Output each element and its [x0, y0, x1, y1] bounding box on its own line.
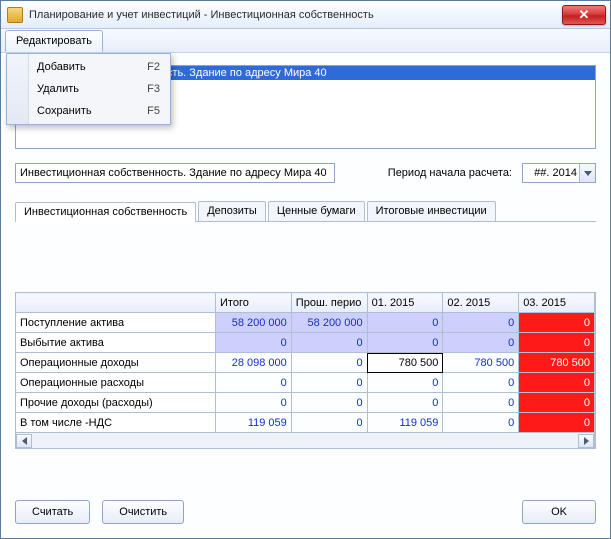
grid-cell[interactable]: 0: [519, 333, 595, 353]
grid-column-header[interactable]: 02. 2015: [443, 293, 519, 313]
clear-button[interactable]: Очистить: [102, 500, 184, 524]
grid-cell[interactable]: 0: [291, 393, 367, 413]
titlebar: Планирование и учет инвестиций - Инвести…: [1, 1, 610, 29]
arrow-left-icon: [22, 437, 27, 445]
grid-cell[interactable]: 58 200 000: [291, 313, 367, 333]
grid-cell[interactable]: 0: [291, 373, 367, 393]
grid-cell[interactable]: 0: [216, 373, 292, 393]
grid-cell[interactable]: 0: [519, 313, 595, 333]
menu-item-delete-shortcut: F3: [147, 83, 160, 95]
chevron-down-icon: [584, 171, 592, 176]
tab-investment-property[interactable]: Инвестиционная собственность: [15, 202, 196, 222]
grid-row-label: Операционные доходы: [16, 353, 216, 373]
grid-column-header[interactable]: 03. 2015: [519, 293, 595, 313]
close-icon: ✕: [579, 7, 590, 23]
investment-name-input[interactable]: [15, 163, 335, 183]
grid-cell[interactable]: 0: [291, 353, 367, 373]
tab-securities[interactable]: Ценные бумаги: [268, 201, 365, 221]
data-grid[interactable]: ИтогоПрош. перио01. 201502. 201503. 2015…: [15, 292, 596, 449]
grid-cell[interactable]: 0: [519, 373, 595, 393]
client-area: Инвестиционная собственность. Здание по …: [1, 53, 610, 538]
grid-cell[interactable]: 780 500: [443, 353, 519, 373]
menu-edit[interactable]: Редактировать: [5, 30, 103, 52]
footer-buttons: Считать Очистить OK: [15, 500, 596, 524]
grid-row-label: Поступление актива: [16, 313, 216, 333]
tabstrip: Инвестиционная собственность Депозиты Це…: [15, 201, 596, 221]
scroll-track[interactable]: [32, 434, 578, 448]
grid-cell[interactable]: 0: [443, 413, 519, 433]
menu-item-add-label: Добавить: [37, 61, 147, 73]
menu-edit-label: Редактировать: [16, 35, 92, 47]
menu-item-save-label: Сохранить: [37, 105, 147, 117]
grid-cell[interactable]: 0: [519, 413, 595, 433]
scroll-right-button[interactable]: [578, 434, 594, 448]
grid-cell[interactable]: 0: [367, 313, 443, 333]
arrow-right-icon: [584, 437, 589, 445]
grid-row-label: В том числе -НДС: [16, 413, 216, 433]
grid-cell[interactable]: 119 059: [216, 413, 292, 433]
grid-horizontal-scrollbar[interactable]: [15, 433, 595, 449]
tab-label: Итоговые инвестиции: [376, 205, 487, 217]
grid-cell[interactable]: 0: [216, 333, 292, 353]
grid-cell[interactable]: 780 500: [519, 353, 595, 373]
grid-row-label: Прочие доходы (расходы): [16, 393, 216, 413]
tab-label: Инвестиционная собственность: [24, 206, 187, 218]
menu-item-add-shortcut: F2: [147, 61, 160, 73]
grid-column-header[interactable]: Итого: [216, 293, 292, 313]
grid-cell[interactable]: 0: [367, 333, 443, 353]
tab-label: Депозиты: [207, 205, 257, 217]
grid-cell[interactable]: 0: [291, 413, 367, 433]
grid-cell[interactable]: 0: [367, 373, 443, 393]
grid-row-label: Выбытие актива: [16, 333, 216, 353]
grid-cell[interactable]: 0: [291, 333, 367, 353]
scroll-left-button[interactable]: [16, 434, 32, 448]
menu-item-save[interactable]: Сохранить F5: [9, 100, 168, 122]
grid-cell[interactable]: 0: [443, 333, 519, 353]
menubar: Редактировать: [1, 29, 610, 53]
menu-edit-dropdown: Добавить F2 Удалить F3 Сохранить F5: [6, 53, 171, 125]
tab-deposits[interactable]: Депозиты: [198, 201, 266, 221]
menu-item-delete[interactable]: Удалить F3: [9, 78, 168, 100]
close-button[interactable]: ✕: [562, 5, 606, 25]
grid-cell[interactable]: 0: [443, 393, 519, 413]
period-dropdown-button[interactable]: [579, 164, 595, 182]
tab-label: Ценные бумаги: [277, 205, 356, 217]
name-period-row: Период начала расчета:: [15, 163, 596, 183]
grid-cell[interactable]: 0: [443, 313, 519, 333]
grid-cell[interactable]: 0: [443, 373, 519, 393]
grid-column-header[interactable]: [16, 293, 216, 313]
app-window: Планирование и учет инвестиций - Инвести…: [0, 0, 611, 539]
app-icon: [7, 7, 23, 23]
tab-total[interactable]: Итоговые инвестиции: [367, 201, 496, 221]
grid-cell[interactable]: 0: [367, 393, 443, 413]
menu-item-save-shortcut: F5: [147, 105, 160, 117]
period-label: Период начала расчета:: [388, 167, 512, 179]
grid-cell[interactable]: 0: [519, 393, 595, 413]
calculate-button[interactable]: Считать: [15, 500, 90, 524]
period-combobox[interactable]: [522, 163, 596, 183]
grid-row-label: Операционные расходы: [16, 373, 216, 393]
grid-cell[interactable]: 28 098 000: [216, 353, 292, 373]
grid-cell[interactable]: 0: [216, 393, 292, 413]
grid-cell[interactable]: 119 059: [367, 413, 443, 433]
grid-cell[interactable]: 780 500: [367, 353, 443, 373]
ok-label: OK: [551, 506, 567, 518]
calculate-label: Считать: [32, 506, 73, 518]
grid-column-header[interactable]: Прош. перио: [291, 293, 367, 313]
period-value-input[interactable]: [523, 164, 579, 182]
clear-label: Очистить: [119, 506, 167, 518]
grid-cell[interactable]: 58 200 000: [216, 313, 292, 333]
menu-item-delete-label: Удалить: [37, 83, 147, 95]
grid-column-header[interactable]: 01. 2015: [367, 293, 443, 313]
ok-button[interactable]: OK: [522, 500, 596, 524]
menu-item-add[interactable]: Добавить F2: [9, 56, 168, 78]
window-title: Планирование и учет инвестиций - Инвести…: [29, 9, 562, 21]
